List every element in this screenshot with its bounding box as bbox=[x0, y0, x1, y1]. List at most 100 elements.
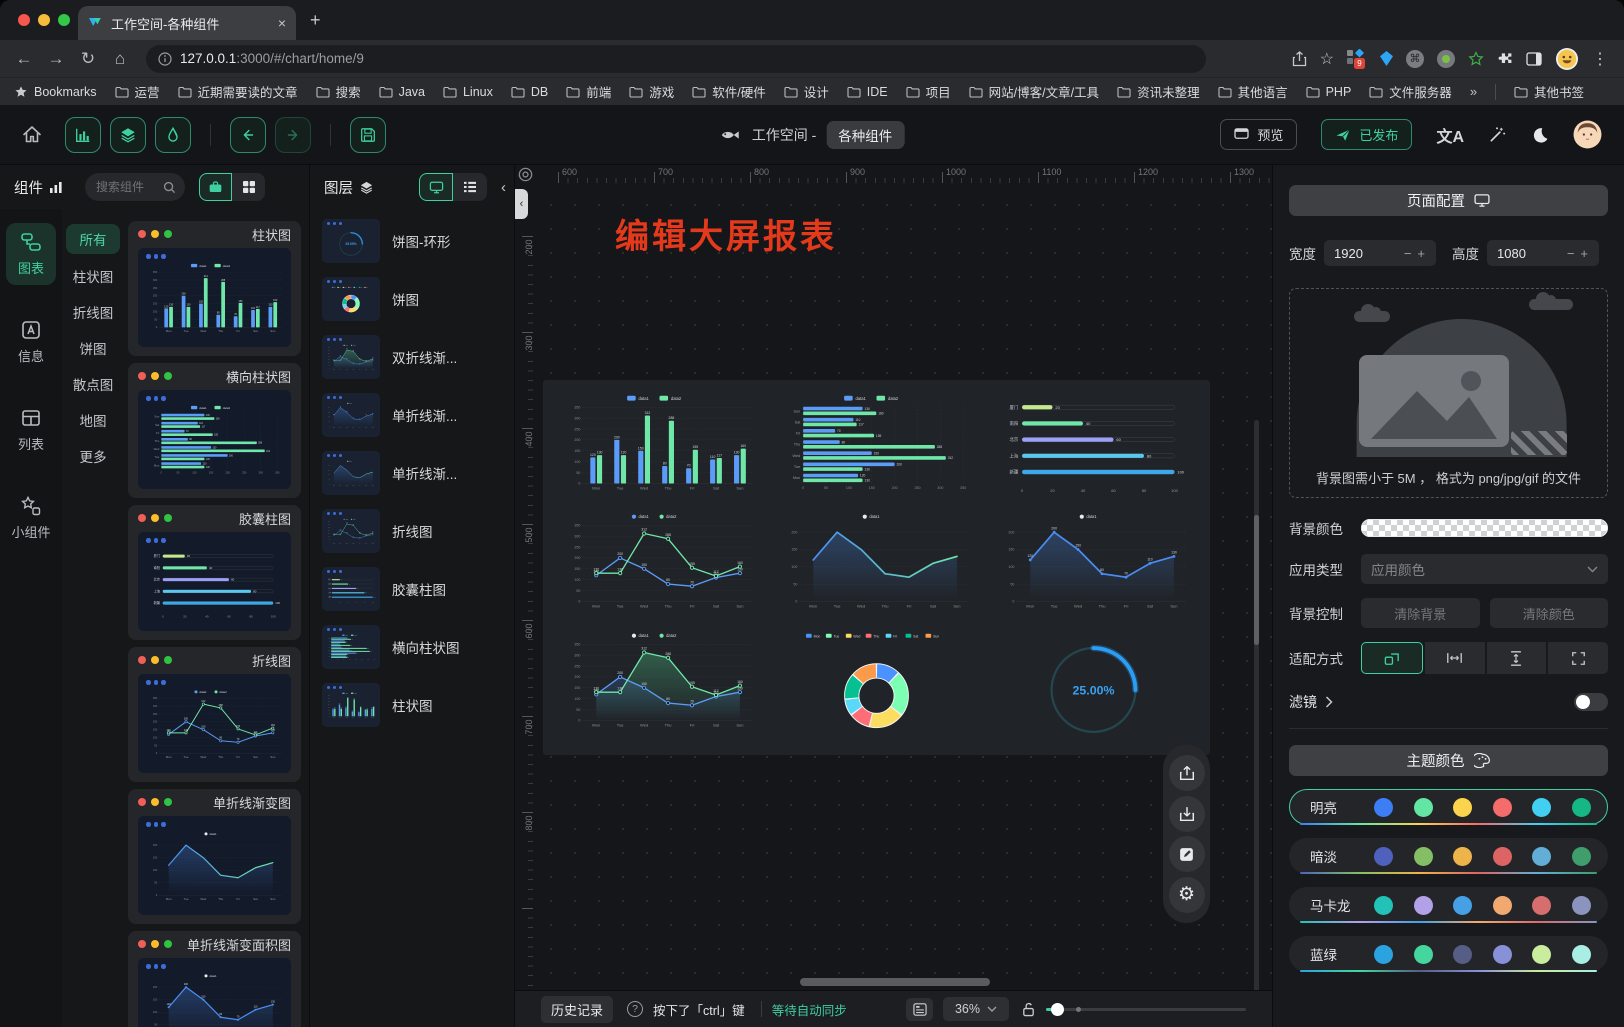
search-input[interactable] bbox=[94, 179, 159, 195]
dashboard-chart-line_gradient_area[interactable]: data1050100150200MonTueWedThuFriSatSun12… bbox=[987, 510, 1200, 624]
help-icon[interactable]: ? bbox=[627, 1001, 643, 1017]
dashboard-chart-line_gradient[interactable]: data1050100150200MonTueWedThuFriSatSun bbox=[770, 510, 983, 624]
big-screen-title-text[interactable]: 编辑大屏报表 bbox=[615, 209, 837, 258]
bookmark-item[interactable]: DB bbox=[511, 85, 548, 99]
sidebar-toggle-icon[interactable] bbox=[1526, 52, 1542, 66]
eye-icon[interactable] bbox=[517, 166, 534, 183]
fit-width-button[interactable] bbox=[1425, 642, 1485, 674]
vertical-scrollbar-track[interactable] bbox=[1254, 420, 1259, 1005]
browser-forward-icon[interactable]: → bbox=[42, 45, 70, 73]
layers-list-view-button[interactable] bbox=[453, 173, 487, 201]
home-icon[interactable] bbox=[22, 125, 42, 144]
category-更多[interactable]: 更多 bbox=[66, 442, 120, 470]
address-bar[interactable]: 127.0.0.1:3000/#/chart/home/9 bbox=[146, 45, 1206, 73]
site-info-icon[interactable] bbox=[158, 52, 172, 66]
close-window-button[interactable] bbox=[18, 14, 30, 26]
page-config-header[interactable]: 页面配置 bbox=[1289, 185, 1608, 216]
layer-item[interactable]: data1050100150200MonTueWedThuFriSatSun12… bbox=[318, 393, 506, 437]
filter-toggle[interactable] bbox=[1574, 693, 1608, 711]
new-tab-button[interactable]: + bbox=[310, 10, 321, 31]
width-decrease-button[interactable]: − bbox=[1401, 246, 1415, 261]
chevron-right-icon[interactable] bbox=[1325, 696, 1333, 708]
bookmark-item[interactable]: 游戏 bbox=[629, 82, 674, 101]
vertical-scrollbar-thumb[interactable] bbox=[1254, 515, 1259, 645]
dashboard-chart-bar[interactable]: data1data2050100150200250300350MonTueWed… bbox=[553, 392, 766, 506]
bookmark-item[interactable]: 文件服务器 bbox=[1369, 82, 1452, 101]
height-increase-button[interactable]: + bbox=[1577, 246, 1591, 261]
import-button[interactable] bbox=[1169, 796, 1205, 832]
bookmarks-overflow-icon[interactable]: » bbox=[1470, 84, 1477, 99]
zoom-slider[interactable] bbox=[1046, 1008, 1246, 1011]
dashboard-chart-donut[interactable]: MonTueWedThuFriSatSun bbox=[770, 629, 983, 743]
bookmark-item[interactable]: 近期需要读的文章 bbox=[178, 82, 298, 101]
star-extension-icon[interactable] bbox=[1468, 51, 1484, 67]
sidebar-nav-信息[interactable]: 信息 bbox=[6, 311, 56, 373]
bookmark-item[interactable]: Linux bbox=[443, 85, 493, 99]
extensions-puzzle-icon[interactable] bbox=[1497, 51, 1513, 67]
component-search[interactable] bbox=[85, 173, 185, 201]
lock-icon[interactable] bbox=[1021, 1001, 1036, 1017]
extension-shortcut-icon[interactable]: 9 bbox=[1347, 49, 1367, 69]
panel-collapse-handle[interactable]: ‹ bbox=[515, 189, 528, 219]
bookmarks-root[interactable]: Bookmarks bbox=[14, 85, 97, 99]
width-increase-button[interactable]: + bbox=[1414, 246, 1428, 261]
bookmark-item[interactable]: 项目 bbox=[906, 82, 951, 101]
edit-button[interactable] bbox=[1169, 836, 1205, 872]
bookmark-item[interactable]: 前端 bbox=[566, 82, 611, 101]
clear-color-button[interactable]: 清除颜色 bbox=[1490, 598, 1609, 628]
layer-item[interactable]: 25.00%饼图-环形 bbox=[318, 219, 506, 263]
browser-tab[interactable]: 工作空间-各种组件 × bbox=[78, 6, 296, 40]
theme-row-蓝绿[interactable]: 蓝绿 bbox=[1289, 936, 1608, 972]
component-card[interactable]: 柱状图data1data2050100150200250300350MonTue… bbox=[128, 221, 301, 356]
app-type-select[interactable]: 应用颜色 bbox=[1361, 554, 1608, 584]
project-name-pill[interactable]: 各种组件 bbox=[826, 121, 904, 149]
layers-tool-button[interactable] bbox=[110, 117, 146, 153]
minimize-window-button[interactable] bbox=[38, 14, 50, 26]
chart-tool-button[interactable] bbox=[65, 117, 101, 153]
save-button[interactable] bbox=[350, 117, 386, 153]
theme-row-马卡龙[interactable]: 马卡龙 bbox=[1289, 887, 1608, 923]
category-散点图[interactable]: 散点图 bbox=[66, 370, 120, 398]
component-card[interactable]: 单折线渐变面积图data1050100150200MonTueWedThuFri… bbox=[128, 931, 301, 1027]
dashboard-chart-progress_ring[interactable]: 25.00% bbox=[987, 629, 1200, 743]
bookmark-item[interactable]: 网站/博客/文章/工具 bbox=[969, 82, 1099, 101]
fit-stretch-button[interactable] bbox=[1548, 642, 1608, 674]
other-bookmarks-folder[interactable]: 其他书签 bbox=[1514, 82, 1584, 101]
browser-reload-icon[interactable]: ↻ bbox=[74, 45, 102, 73]
fit-scale-button[interactable] bbox=[1361, 642, 1423, 674]
share-icon[interactable] bbox=[1292, 51, 1307, 67]
theme-color-header[interactable]: 主题颜色 bbox=[1289, 745, 1608, 776]
bookmark-item[interactable]: 其他语言 bbox=[1218, 82, 1288, 101]
theme-row-明亮[interactable]: 明亮 bbox=[1289, 789, 1608, 825]
theme-row-暗淡[interactable]: 暗淡 bbox=[1289, 838, 1608, 874]
command-extension-icon[interactable]: ⌘ bbox=[1406, 50, 1424, 68]
browser-menu-icon[interactable]: ⋮ bbox=[1592, 49, 1608, 69]
tab-close-icon[interactable]: × bbox=[278, 15, 286, 31]
collapse-panel-icon[interactable]: ‹ bbox=[501, 179, 506, 196]
layer-item[interactable]: MonTueWedThuFriSatSun饼图 bbox=[318, 277, 506, 321]
dashboard-chart-capsule[interactable]: 厦门20南阳40北京60上海80新疆100020406080100 bbox=[987, 392, 1200, 506]
layer-item[interactable]: 厦门20南阳40北京60上海80新疆100020406080100胶囊柱图 bbox=[318, 567, 506, 611]
bookmark-item[interactable]: 资讯未整理 bbox=[1117, 82, 1200, 101]
category-折线图[interactable]: 折线图 bbox=[66, 298, 120, 326]
sidebar-nav-列表[interactable]: 列表 bbox=[6, 399, 56, 461]
undo-button[interactable] bbox=[230, 117, 266, 153]
design-canvas[interactable]: 6007008009001000110012001300 20030040050… bbox=[515, 165, 1272, 1027]
dashboard-chart-line2[interactable]: data1data2050100150200250300350MonTueWed… bbox=[553, 510, 766, 624]
preview-button[interactable]: 预览 bbox=[1220, 119, 1297, 150]
redo-button[interactable] bbox=[275, 117, 311, 153]
component-card[interactable]: 胶囊柱图厦门20南阳40北京60上海80新疆100020406080100 bbox=[128, 505, 301, 640]
browser-home-icon[interactable]: ⌂ bbox=[106, 45, 134, 73]
dashboard-chart-dual_line_area[interactable]: data1data2050100150200250300350MonTueWed… bbox=[553, 629, 766, 743]
user-avatar[interactable] bbox=[1573, 120, 1602, 149]
height-value[interactable]: 1080 bbox=[1497, 246, 1564, 261]
magic-wand-icon[interactable] bbox=[1488, 125, 1507, 144]
create-tool-button[interactable] bbox=[155, 117, 191, 153]
layer-item[interactable]: data1data2050100150200250300350MonTueWed… bbox=[318, 509, 506, 553]
layer-item[interactable]: data1data2050100150200250300350MonTueWed… bbox=[318, 335, 506, 379]
dashboard-preview[interactable]: data1data2050100150200250300350MonTueWed… bbox=[543, 380, 1210, 755]
background-upload-dropzone[interactable]: 背景图需小于 5M ， 格式为 png/jpg/gif 的文件 bbox=[1289, 288, 1608, 498]
component-card[interactable]: 横向柱状图data1data2050100150200250300350Sun1… bbox=[128, 363, 301, 498]
layer-item[interactable]: data1data2050100150200250300350MonTueWed… bbox=[318, 683, 506, 727]
clear-background-button[interactable]: 清除背景 bbox=[1361, 598, 1480, 628]
